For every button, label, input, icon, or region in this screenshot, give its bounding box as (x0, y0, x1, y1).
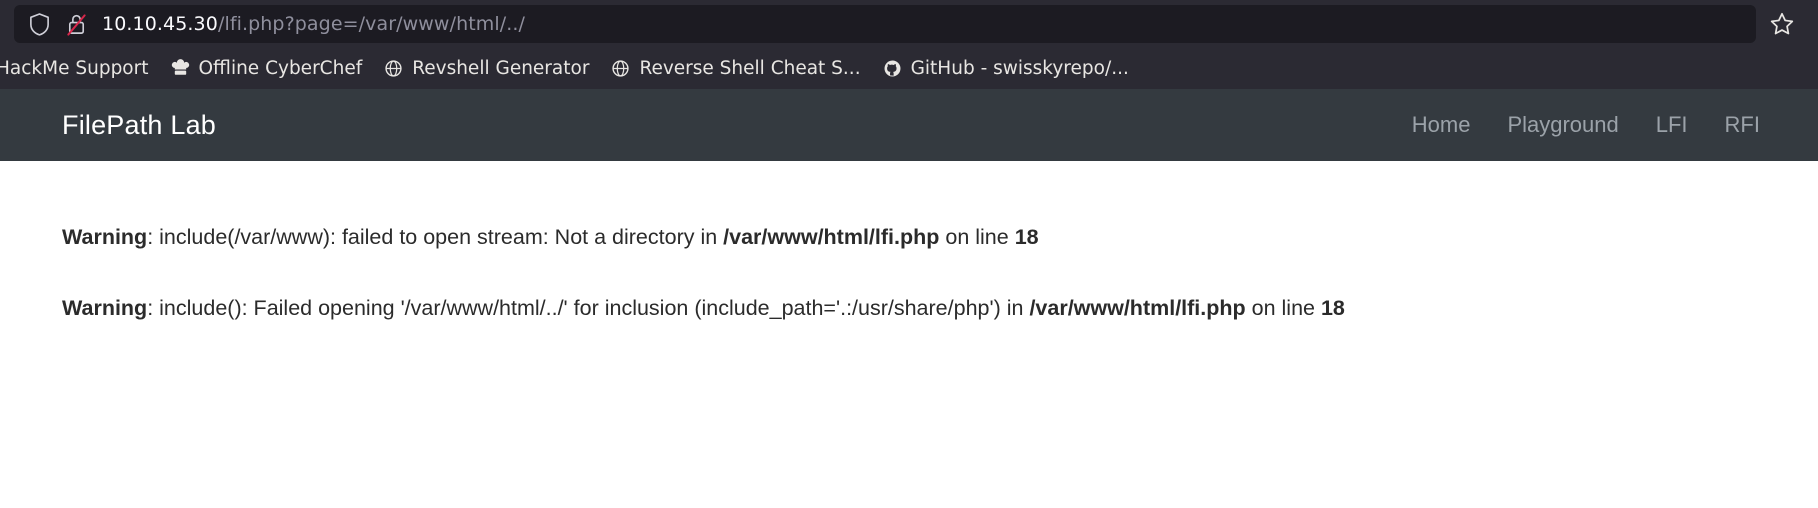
page-content: Warning: include(/var/www): failed to op… (0, 161, 1818, 508)
warning-label: Warning (62, 296, 148, 321)
bookmark-label: HackMe Support (0, 58, 149, 79)
warning-line-number: 18 (1320, 296, 1345, 321)
nav-link-lfi[interactable]: LFI (1656, 112, 1688, 138)
browser-chrome: 10.10.45.30/lfi.php?page=/var/www/html/.… (0, 0, 1818, 89)
url-text[interactable]: 10.10.45.30/lfi.php?page=/var/www/html/.… (102, 13, 525, 35)
bookmark-label: Reverse Shell Cheat S... (639, 58, 861, 79)
bookmark-github-swisskyrepo[interactable]: GitHub - swisskyrepo/... (872, 54, 1140, 83)
warning-separator: : (147, 225, 160, 249)
bookmark-hackme-support[interactable]: HackMe Support (0, 54, 160, 83)
warning-body: include(/var/www): failed to open stream… (159, 225, 724, 249)
warning-body: include(): Failed opening '/var/www/html… (159, 296, 1030, 321)
warning-line-number: 18 (1014, 225, 1039, 249)
url-host: 10.10.45.30 (102, 13, 218, 35)
broken-lock-icon[interactable] (65, 12, 88, 37)
php-warning-message: Warning: include(): Failed opening '/var… (62, 294, 1818, 323)
php-warning-message: Warning: include(/var/www): failed to op… (62, 223, 1818, 252)
address-bar[interactable]: 10.10.45.30/lfi.php?page=/var/www/html/.… (14, 5, 1756, 43)
warning-file: /var/www/html/lfi.php (723, 225, 940, 249)
globe-icon (611, 59, 630, 78)
warning-mid: on line (939, 225, 1015, 249)
github-icon (883, 59, 902, 78)
star-icon[interactable] (1760, 11, 1804, 37)
shield-icon[interactable] (28, 12, 51, 37)
bookmark-label: GitHub - swisskyrepo/... (910, 58, 1129, 79)
nav-link-rfi[interactable]: RFI (1725, 112, 1760, 138)
bookmarks-bar: HackMe Support Offline CyberChef Revshel… (0, 48, 1818, 89)
bookmark-offline-cyberchef[interactable]: Offline CyberChef (160, 54, 374, 83)
warning-mid: on line (1245, 296, 1321, 321)
bookmark-revshell-generator[interactable]: Revshell Generator (373, 54, 600, 83)
navbar-links: Home Playground LFI RFI (1412, 112, 1760, 138)
nav-link-playground[interactable]: Playground (1507, 112, 1618, 138)
warning-label: Warning (62, 225, 148, 249)
globe-icon (384, 59, 403, 78)
chef-hat-icon (171, 59, 190, 78)
url-path: /lfi.php?page=/var/www/html/../ (217, 13, 526, 35)
bookmark-reverse-shell-cheat-sheet[interactable]: Reverse Shell Cheat S... (600, 54, 871, 83)
navbar-brand[interactable]: FilePath Lab (62, 110, 216, 141)
bookmark-label: Offline CyberChef (198, 58, 363, 79)
site-navbar: FilePath Lab Home Playground LFI RFI (0, 89, 1818, 161)
bookmark-label: Revshell Generator (412, 58, 590, 79)
warning-file: /var/www/html/lfi.php (1029, 296, 1246, 321)
warning-separator: : (147, 296, 160, 321)
url-toolbar: 10.10.45.30/lfi.php?page=/var/www/html/.… (0, 0, 1818, 48)
nav-link-home[interactable]: Home (1412, 112, 1471, 138)
